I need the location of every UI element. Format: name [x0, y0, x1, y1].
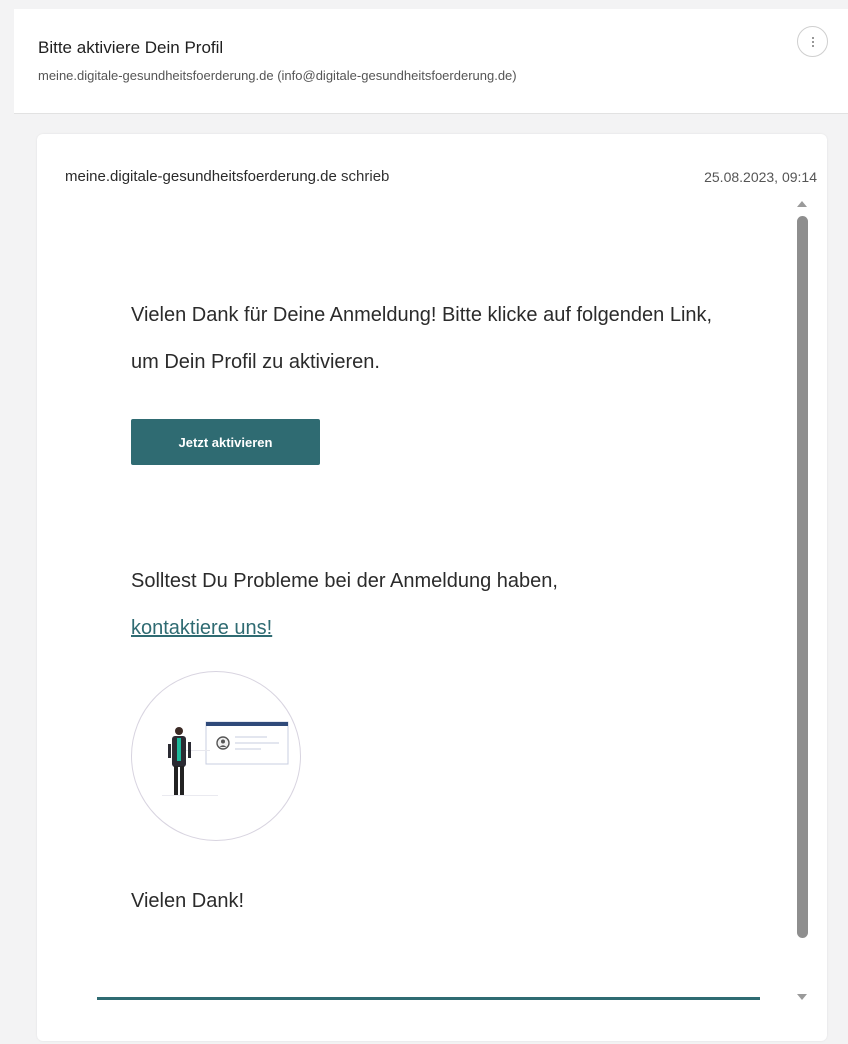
- message-date: 25.08.2023, 09:14: [704, 169, 817, 185]
- scrollbar-thumb[interactable]: [797, 216, 808, 938]
- sender-address: meine.digitale-gesundheitsfoerderung.de …: [38, 68, 517, 83]
- message-card: meine.digitale-gesundheitsfoerderung.de …: [37, 134, 827, 1041]
- scroll-down-arrow-icon[interactable]: [797, 994, 807, 1000]
- scroll-up-arrow-icon[interactable]: [797, 201, 807, 207]
- footer-divider: [97, 997, 760, 1000]
- intro-paragraph: Vielen Dank für Deine Anmeldung! Bitte k…: [131, 304, 713, 373]
- message-scrollbar[interactable]: [793, 194, 813, 1014]
- help-text: Solltest Du Probleme bei der Anmeldung h…: [131, 570, 558, 592]
- help-paragraph: Solltest Du Probleme bei der Anmeldung h…: [131, 558, 731, 652]
- contact-link[interactable]: kontaktiere uns!: [131, 617, 272, 639]
- message-from: meine.digitale-gesundheitsfoerderung.de …: [65, 168, 389, 185]
- from-domain: meine.digitale-gesundheitsfoerderung.de: [65, 168, 337, 185]
- activate-button[interactable]: Jetzt aktivieren: [131, 419, 320, 465]
- more-vertical-icon: [811, 36, 814, 47]
- from-suffix: schrieb: [336, 168, 390, 185]
- message-subject: Bitte aktiviere Dein Profil: [38, 38, 224, 57]
- thanks-text: Vielen Dank!: [131, 890, 245, 912]
- profile-illustration: [131, 671, 301, 841]
- more-options-button[interactable]: [797, 26, 828, 57]
- profile-illustration-graphic: [162, 721, 289, 796]
- message-header: Bitte aktiviere Dein Profil meine.digita…: [14, 9, 848, 114]
